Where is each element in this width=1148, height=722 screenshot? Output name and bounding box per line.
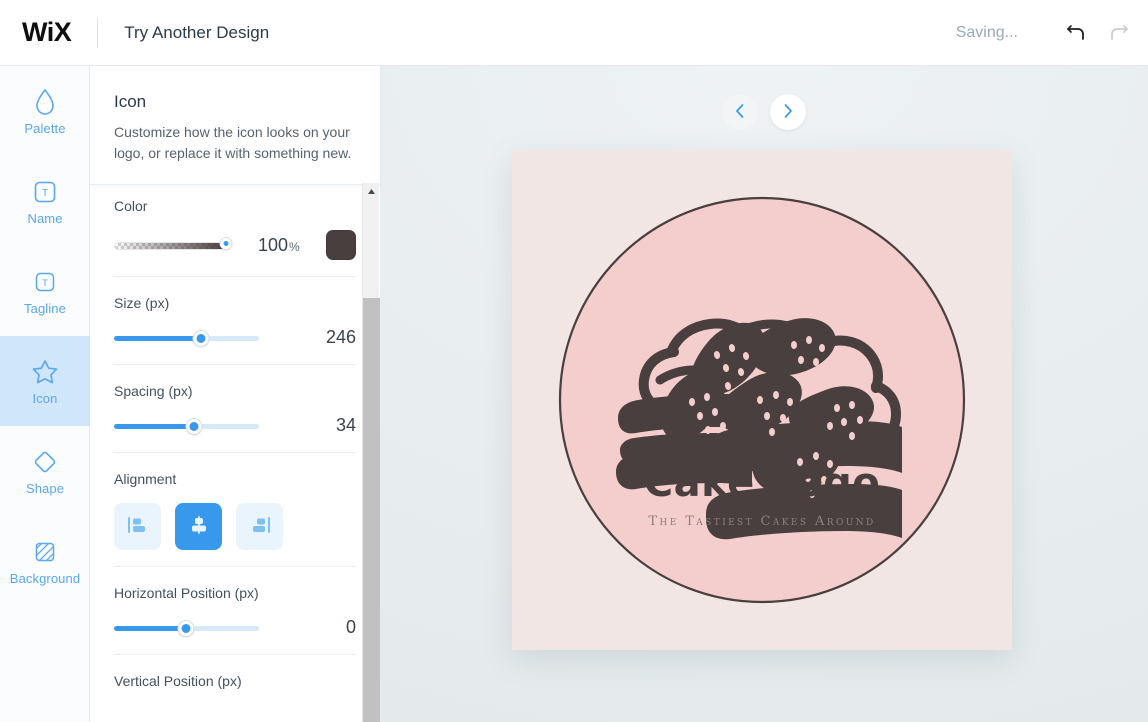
- topbar-divider: [97, 17, 99, 48]
- try-another-design-button[interactable]: Try Another Design: [124, 23, 269, 43]
- chevron-left-icon: [734, 103, 746, 122]
- opacity-slider-track: [114, 242, 226, 250]
- scrollbar-thumb[interactable]: [363, 298, 380, 722]
- sidebar-item-label: Palette: [24, 120, 66, 136]
- star-icon: [30, 357, 60, 387]
- sidebar-item-name[interactable]: T Name: [0, 156, 90, 246]
- vertical-position-control: Vertical Position (px): [114, 655, 356, 721]
- spacing-control: Spacing (px) 34: [114, 365, 356, 453]
- top-bar: WiX Try Another Design Saving...: [0, 0, 1148, 66]
- horizontal-position-slider-fill: [114, 625, 186, 631]
- logo-tagline[interactable]: The Tastiest Cakes Around: [512, 514, 1012, 529]
- undo-button[interactable]: [1054, 11, 1098, 55]
- saving-status: Saving...: [955, 23, 1018, 41]
- size-slider[interactable]: [114, 330, 259, 346]
- logo-canvas[interactable]: Cake Logo The Tastiest Cakes Around: [512, 150, 1012, 650]
- logo-preview-stage: Cake Logo The Tastiest Cakes Around: [380, 66, 1148, 722]
- percent-sign: %: [289, 239, 300, 254]
- opacity-slider[interactable]: [114, 237, 236, 253]
- alignment-label: Alignment: [114, 471, 177, 487]
- left-rail: Palette T Name T Tagline Icon Shape Back…: [0, 66, 90, 722]
- color-control: Color 100%: [114, 184, 356, 277]
- logo-maker-app: WiX Try Another Design Saving... Palette…: [0, 0, 1148, 722]
- sidebar-item-label: Shape: [25, 480, 65, 496]
- logo-artwork: [512, 150, 1012, 650]
- diamond-icon: [31, 447, 59, 477]
- previous-design-button[interactable]: [722, 94, 758, 130]
- align-left-button[interactable]: [114, 503, 161, 550]
- chevron-right-icon: [782, 103, 794, 122]
- logo-name[interactable]: Cake Logo: [512, 460, 1012, 506]
- spacing-value: 34: [335, 415, 356, 435]
- horizontal-position-label: Horizontal Position (px): [114, 585, 259, 601]
- sidebar-item-label: Tagline: [24, 300, 66, 316]
- hatched-square-icon: [32, 537, 58, 567]
- horizontal-position-slider-knob[interactable]: [178, 620, 194, 636]
- sidebar-item-icon[interactable]: Icon: [0, 336, 90, 426]
- spacing-slider[interactable]: [114, 418, 259, 434]
- horizontal-position-slider[interactable]: [114, 620, 259, 636]
- horizontal-position-control: Horizontal Position (px) 0: [114, 567, 356, 655]
- next-design-button[interactable]: [770, 94, 806, 130]
- size-label: Size (px): [114, 295, 170, 311]
- alignment-control: Alignment: [114, 453, 356, 567]
- topbar-actions: Saving...: [956, 11, 1148, 55]
- sidebar-item-label: Name: [27, 210, 63, 226]
- align-center-icon: [187, 514, 211, 539]
- size-slider-fill: [114, 335, 201, 341]
- opacity-value: 100%: [258, 234, 300, 255]
- redo-button[interactable]: [1098, 11, 1142, 55]
- text-box-icon: T: [32, 267, 58, 297]
- horizontal-position-value: 0: [345, 617, 356, 637]
- svg-text:T: T: [42, 188, 48, 199]
- align-left-icon: [126, 514, 150, 539]
- sidebar-item-shape[interactable]: Shape: [0, 426, 90, 516]
- sidebar-item-label: Background: [9, 570, 81, 586]
- redo-arrow-icon: [1109, 22, 1131, 44]
- align-right-icon: [248, 514, 272, 539]
- sidebar-item-label: Icon: [32, 390, 58, 406]
- logo-text-block: Cake Logo The Tastiest Cakes Around: [512, 460, 1012, 529]
- droplet-icon: [32, 87, 58, 117]
- spacing-slider-fill: [114, 423, 194, 429]
- design-navigation: [722, 94, 806, 130]
- svg-text:T: T: [42, 278, 48, 288]
- sidebar-item-background[interactable]: Background: [0, 516, 90, 606]
- spacing-slider-knob[interactable]: [186, 418, 202, 434]
- size-value: 246: [325, 327, 356, 347]
- spacing-label: Spacing (px): [114, 383, 193, 399]
- align-center-button[interactable]: [175, 503, 222, 550]
- page-title: Icon: [114, 92, 147, 111]
- alignment-button-group: [114, 503, 356, 550]
- wix-logo[interactable]: WiX: [22, 17, 72, 48]
- sidebar-item-palette[interactable]: Palette: [0, 66, 90, 156]
- size-control: Size (px) 246: [114, 277, 356, 365]
- panel-controls: Color 100% Size (px) 246 Spacing (px) 34…: [90, 184, 380, 722]
- undo-arrow-icon: [1065, 22, 1087, 44]
- cake-logo-illustration: [558, 196, 966, 604]
- panel-description: Customize how the icon looks on your log…: [114, 124, 352, 161]
- panel-scrollbar[interactable]: [362, 183, 380, 722]
- vertical-position-label: Vertical Position (px): [114, 673, 242, 689]
- color-swatch-button[interactable]: [326, 230, 356, 260]
- text-box-icon: T: [32, 177, 58, 207]
- panel-header: Icon Customize how the icon looks on you…: [90, 66, 380, 185]
- sidebar-item-tagline[interactable]: T Tagline: [0, 246, 90, 336]
- icon-settings-panel: Icon Customize how the icon looks on you…: [90, 66, 380, 722]
- color-label: Color: [114, 198, 148, 214]
- align-right-button[interactable]: [236, 503, 283, 550]
- scroll-up-button[interactable]: [363, 183, 380, 200]
- size-slider-knob[interactable]: [193, 330, 209, 346]
- opacity-slider-knob[interactable]: [220, 238, 232, 249]
